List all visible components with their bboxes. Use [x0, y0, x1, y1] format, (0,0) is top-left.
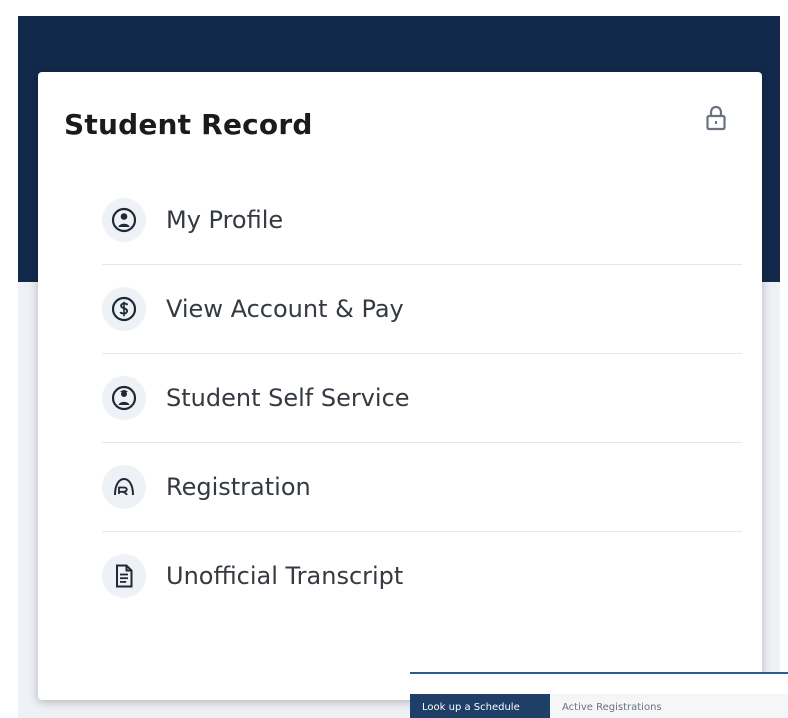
menu-item-view-account-pay[interactable]: View Account & Pay	[102, 265, 742, 354]
card-title: Student Record	[64, 108, 313, 141]
menu-item-my-profile[interactable]: My Profile	[102, 176, 742, 265]
menu-item-label: Registration	[166, 473, 311, 501]
menu-item-registration[interactable]: Registration	[102, 443, 742, 532]
menu-item-label: View Account & Pay	[166, 295, 404, 323]
screen: Student Record My Profile View Account &…	[0, 0, 788, 718]
menu-item-student-self-service[interactable]: Student Self Service	[102, 354, 742, 443]
preview-tabs: Look up a Schedule Active Registrations	[410, 694, 788, 718]
student-record-card: Student Record My Profile View Account &…	[38, 72, 762, 700]
lock-icon[interactable]	[704, 104, 728, 134]
preview-tab-look-up-schedule[interactable]: Look up a Schedule	[410, 694, 550, 718]
profile-icon	[102, 198, 146, 242]
money-icon	[102, 287, 146, 331]
document-icon	[102, 554, 146, 598]
menu-item-label: Student Self Service	[166, 384, 410, 412]
registration-preview-window: Look up a Schedule Active Registrations	[410, 672, 788, 718]
menu-item-unofficial-transcript[interactable]: Unofficial Transcript	[102, 532, 742, 620]
preview-tab-active-registrations[interactable]: Active Registrations	[550, 694, 674, 718]
student-service-icon	[102, 376, 146, 420]
student-record-menu: My Profile View Account & Pay Student Se…	[102, 176, 742, 620]
registration-icon	[102, 465, 146, 509]
menu-item-label: Unofficial Transcript	[166, 562, 404, 590]
menu-item-label: My Profile	[166, 206, 284, 234]
